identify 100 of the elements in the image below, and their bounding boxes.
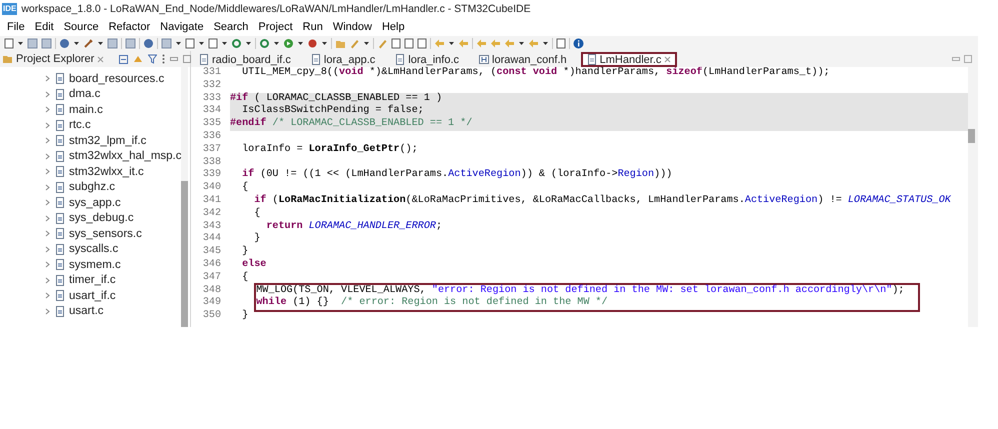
chevron-right-icon[interactable] [44, 214, 51, 222]
c-file-icon [55, 104, 65, 116]
arrow-icon[interactable] [490, 38, 501, 49]
code-line: else [241, 258, 268, 272]
line-number: 333 [202, 92, 221, 105]
scrollbar-thumb[interactable] [181, 181, 188, 327]
close-icon[interactable] [97, 56, 104, 62]
maximize-icon[interactable] [183, 55, 192, 63]
maximize-icon[interactable] [964, 55, 972, 63]
dot-icon[interactable] [307, 38, 318, 49]
line-number: 335 [202, 118, 221, 131]
code-line: } [241, 246, 250, 258]
chevron-right-icon[interactable] [44, 292, 51, 300]
file-name[interactable]: subghz.c [69, 181, 116, 194]
menu-item[interactable]: Navigate [155, 21, 209, 33]
chevron-right-icon[interactable] [44, 75, 51, 82]
close-icon[interactable] [664, 56, 672, 63]
editor-tab[interactable]: LmHandler.c [580, 52, 678, 67]
chevron-right-icon[interactable] [44, 184, 51, 191]
menu-item[interactable]: Source [58, 21, 104, 33]
collapse-icon[interactable] [119, 54, 128, 64]
editor-tab[interactable]: lora_info.c [389, 52, 466, 67]
line-number: 348 [202, 284, 221, 297]
page-icon[interactable] [404, 38, 414, 49]
play-icon[interactable] [283, 38, 294, 49]
file-name[interactable]: usart.c [69, 305, 104, 318]
file-name[interactable]: sys_app.c [69, 196, 121, 209]
circle-icon[interactable] [143, 38, 154, 49]
page-icon[interactable] [4, 38, 14, 49]
code-line: } [241, 310, 250, 323]
menu-item[interactable]: Search [208, 21, 254, 33]
file-name[interactable]: sys_debug.c [69, 212, 134, 224]
line-number: 331 [202, 67, 221, 80]
chevron-right-icon[interactable] [44, 90, 51, 98]
chevron-right-icon[interactable] [44, 308, 51, 315]
chevron-right-icon[interactable] [44, 168, 51, 176]
filter-icon[interactable] [148, 54, 158, 64]
code-line: if (LoRaMacInitialization(&LoRaMacPrimitives, &LoRaMacCallbacks, LmHandlerParams.ActiveRegion) != LORAMAC_STATUS_OK [253, 194, 952, 208]
file-name[interactable]: syscalls.c [69, 243, 118, 256]
menu-icon[interactable] [162, 54, 166, 64]
file-name[interactable]: rtc.c [69, 119, 91, 132]
scrollbar[interactable] [968, 67, 978, 327]
chevron-right-icon[interactable] [44, 199, 51, 206]
file-name[interactable]: usart_if.c [69, 290, 116, 302]
code-line: { [241, 272, 250, 285]
page-icon[interactable] [391, 38, 401, 49]
menu-item[interactable]: Help [376, 21, 410, 33]
folder-icon[interactable] [335, 38, 346, 49]
editor-tab[interactable]: lora_app.c [304, 52, 382, 67]
file-name[interactable]: main.c [69, 104, 103, 116]
c-file-icon [55, 73, 65, 84]
file-name[interactable]: stm32wlxx_hal_msp.c [69, 150, 182, 162]
code-line: { [241, 182, 250, 195]
menu-item[interactable]: File [2, 21, 30, 33]
info-icon[interactable] [573, 38, 584, 49]
c-file-icon [55, 290, 65, 302]
file-name[interactable]: board_resources.c [69, 72, 164, 85]
menu-item[interactable]: Run [298, 21, 328, 33]
line-number: 349 [202, 297, 221, 310]
chevron-right-icon[interactable] [44, 246, 51, 253]
minimize-icon[interactable] [952, 56, 960, 62]
scrollbar-thumb[interactable] [968, 129, 975, 143]
panel-tab[interactable]: Project Explorer [2, 53, 108, 65]
link-icon[interactable] [133, 54, 144, 64]
menu-item[interactable]: Edit [30, 21, 59, 33]
menu-item[interactable]: Window [328, 21, 377, 33]
circle-icon[interactable] [59, 38, 70, 49]
line-number: 332 [202, 80, 221, 93]
code-line: if (0U != ((1 << (LmHandlerParams.ActiveRegion)) & (loraInfo->Region))) [241, 169, 674, 182]
file-name[interactable]: stm32_lpm_if.c [69, 134, 146, 147]
file-name[interactable]: dma.c [69, 88, 100, 100]
file-name[interactable]: sysmem.c [69, 258, 121, 271]
page-icon[interactable] [185, 38, 195, 49]
chevron-right-icon[interactable] [44, 106, 51, 114]
editor-tab[interactable]: radio_board_if.c [193, 52, 297, 67]
line-number: 350 [202, 310, 221, 323]
ring-icon[interactable] [231, 38, 242, 49]
menu-item[interactable]: Project [253, 21, 298, 33]
file-name[interactable]: sys_sensors.c [69, 228, 142, 240]
minimize-icon[interactable] [170, 56, 178, 62]
editor-tab[interactable]: lorawan_conf.h [473, 52, 573, 67]
menu-item[interactable]: Refactor [104, 21, 156, 33]
chevron-right-icon[interactable] [44, 122, 51, 129]
chevron-right-icon[interactable] [44, 152, 51, 160]
file-name[interactable]: timer_if.c [69, 274, 116, 286]
file-name[interactable]: stm32wlxx_it.c [69, 166, 144, 178]
page-icon[interactable] [556, 38, 566, 49]
ring-icon[interactable] [259, 38, 270, 49]
scrollbar[interactable] [181, 67, 188, 327]
chevron-right-icon[interactable] [44, 137, 51, 144]
chevron-right-icon[interactable] [44, 230, 51, 238]
arrow-icon[interactable] [476, 38, 487, 49]
page-icon[interactable] [208, 38, 218, 49]
code-line: { [253, 208, 262, 221]
code-line: MW_LOG(TS_ON, VLEVEL_ALWAYS, "error: Region is not defined in the MW: set lorawan_conf.h accordingly\r\n"); [256, 284, 904, 296]
code-line: while (1) {} /* error: Region is not defined in the MW */ [256, 297, 609, 310]
page-icon[interactable] [417, 38, 427, 49]
chevron-right-icon[interactable] [44, 276, 51, 284]
chevron-right-icon[interactable] [44, 261, 51, 268]
code-line: loraInfo = LoraInfo_GetPtr(); [241, 144, 419, 157]
